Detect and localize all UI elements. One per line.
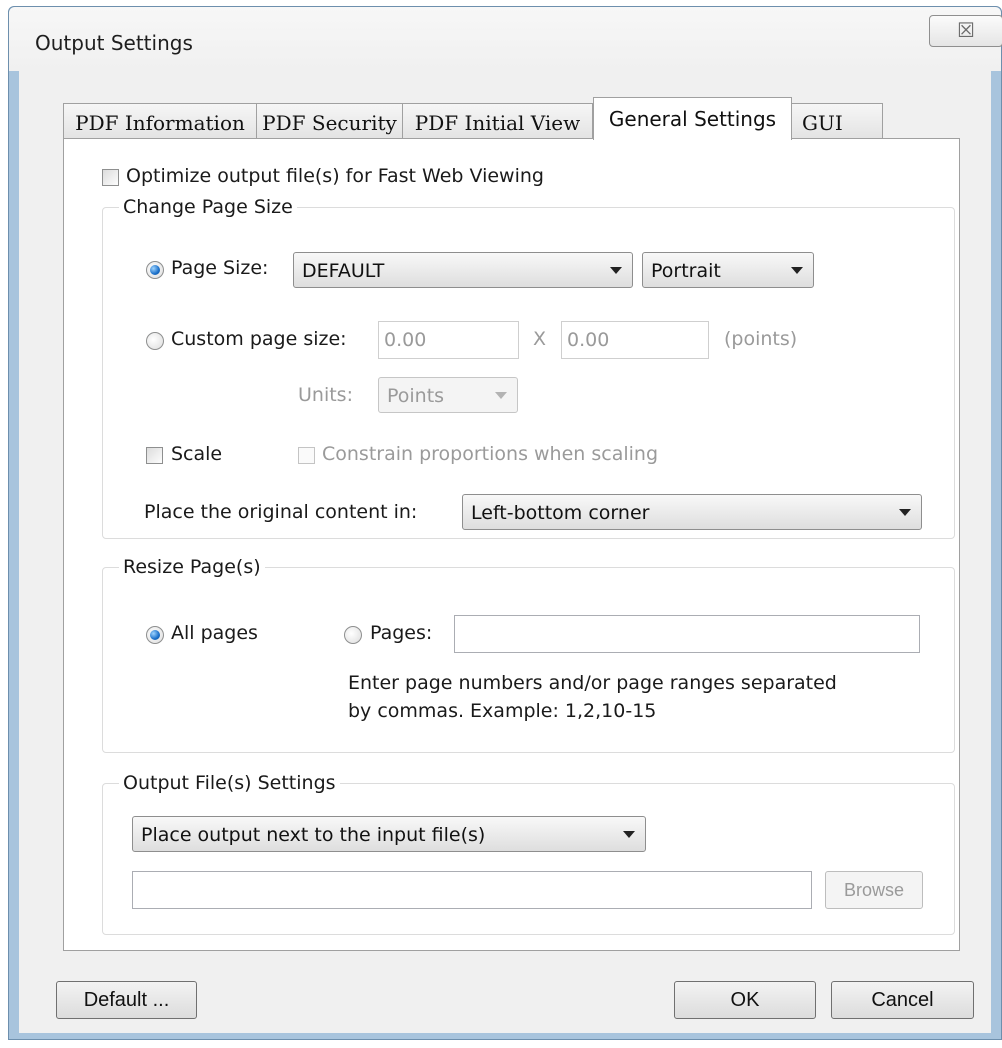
output-location-value: Place output next to the input file(s) [141,824,486,846]
cancel-button[interactable]: Cancel [831,981,974,1019]
tab-pdf-information[interactable]: PDF Information [63,103,257,139]
chevron-down-icon [610,267,622,274]
change-page-size-group: Change Page Size [102,196,955,539]
output-files-group: Output File(s) Settings [102,772,955,935]
all-pages-radio[interactable] [146,626,164,644]
title-bar: Output Settings ☒ [9,7,1002,71]
constrain-proportions-label: Constrain proportions when scaling [322,443,659,465]
constrain-proportions-checkbox[interactable] [298,447,315,464]
pages-hint-line-1: Enter page numbers and/or page ranges se… [348,672,837,694]
close-icon: ☒ [957,18,975,42]
units-dropdown[interactable]: Points [378,377,518,413]
output-location-dropdown[interactable]: Place output next to the input file(s) [132,816,646,852]
place-content-dropdown[interactable]: Left-bottom corner [462,494,922,530]
output-path-input[interactable] [132,871,812,909]
ok-button[interactable]: OK [674,981,816,1019]
units-value: Points [387,385,445,407]
page-size-radio[interactable] [146,261,164,279]
optimize-label: Optimize output file(s) for Fast Web Vie… [126,165,544,187]
optimize-checkbox[interactable] [102,169,119,186]
page-size-dropdown[interactable]: DEFAULT [293,252,633,288]
output-settings-dialog: Output Settings ☒ PDF Information PDF Se… [8,6,1002,1040]
dialog-body: PDF Information PDF Security PDF Initial… [19,71,991,1033]
browse-button[interactable]: Browse [825,871,923,909]
orientation-value: Portrait [651,260,721,282]
tab-gui[interactable]: GUI [791,103,883,139]
tab-general-settings[interactable]: General Settings [593,97,792,140]
chevron-down-icon [495,392,507,399]
resize-pages-legend: Resize Page(s) [123,556,261,578]
place-content-value: Left-bottom corner [471,502,650,524]
units-label: Units: [298,384,353,406]
chevron-down-icon [791,267,803,274]
pages-radio[interactable] [344,626,362,644]
change-page-size-legend: Change Page Size [123,196,293,218]
dimension-separator: X [533,328,547,350]
scale-checkbox[interactable] [146,447,163,464]
pages-input[interactable] [454,615,920,653]
dialog-title: Output Settings [35,31,193,55]
custom-unit-hint: (points) [724,328,798,350]
custom-page-size-radio[interactable] [146,332,164,350]
place-content-label: Place the original content in: [144,501,418,523]
custom-width-input[interactable]: 0.00 [378,321,519,359]
custom-page-size-label: Custom page size: [171,328,347,350]
tab-pdf-security[interactable]: PDF Security [256,103,403,139]
page-size-value: DEFAULT [302,260,385,282]
scale-label: Scale [171,443,223,465]
chevron-down-icon [899,509,911,516]
all-pages-label: All pages [171,622,258,644]
orientation-dropdown[interactable]: Portrait [642,252,814,288]
pages-hint-line-2: by commas. Example: 1,2,10-15 [348,700,657,722]
tab-pdf-initial-view[interactable]: PDF Initial View [402,103,593,139]
default-button[interactable]: Default ... [56,981,197,1019]
output-files-legend: Output File(s) Settings [123,772,336,794]
pages-label: Pages: [370,622,433,644]
chevron-down-icon [623,831,635,838]
general-settings-panel: Optimize output file(s) for Fast Web Vie… [63,138,960,951]
custom-height-input[interactable]: 0.00 [561,321,709,359]
page-size-label: Page Size: [171,257,269,279]
close-button[interactable]: ☒ [929,15,1002,47]
